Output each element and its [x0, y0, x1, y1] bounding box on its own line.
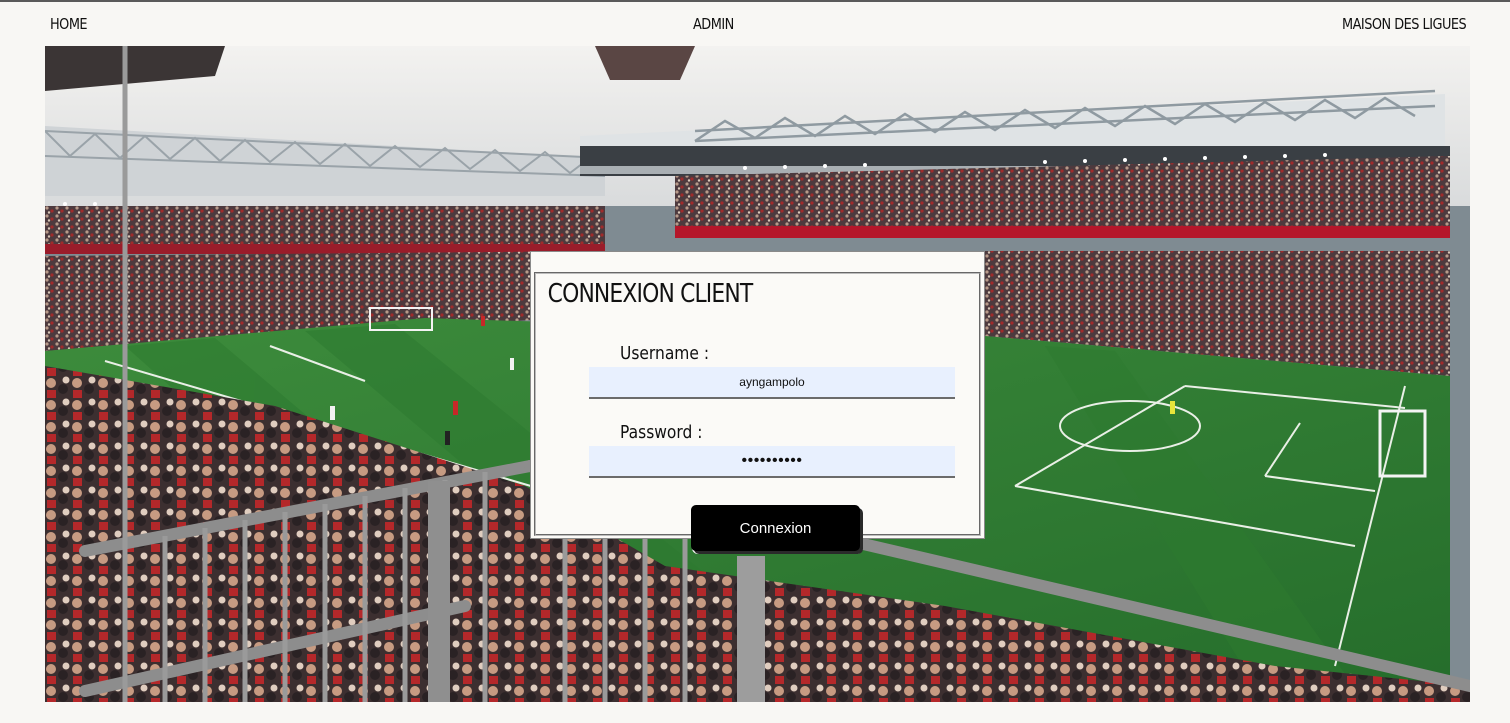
password-label: Password : [620, 422, 703, 443]
username-input[interactable] [589, 367, 955, 399]
username-label: Username : [620, 343, 710, 364]
nav-home-link[interactable]: HOME [50, 15, 88, 33]
login-fieldset: CONNEXION CLIENT Username : Password : [534, 272, 981, 536]
password-input[interactable] [589, 446, 955, 478]
login-panel: CONNEXION CLIENT Username : Password : [530, 251, 985, 539]
connexion-button[interactable]: Connexion [691, 505, 860, 551]
login-title: CONNEXION CLIENT [546, 279, 755, 309]
nav-admin-link[interactable]: ADMIN [693, 15, 734, 33]
nav-brand-link[interactable]: MAISON DES LIGUES [1342, 15, 1467, 33]
top-navigation: HOME ADMIN MAISON DES LIGUES [0, 2, 1510, 46]
